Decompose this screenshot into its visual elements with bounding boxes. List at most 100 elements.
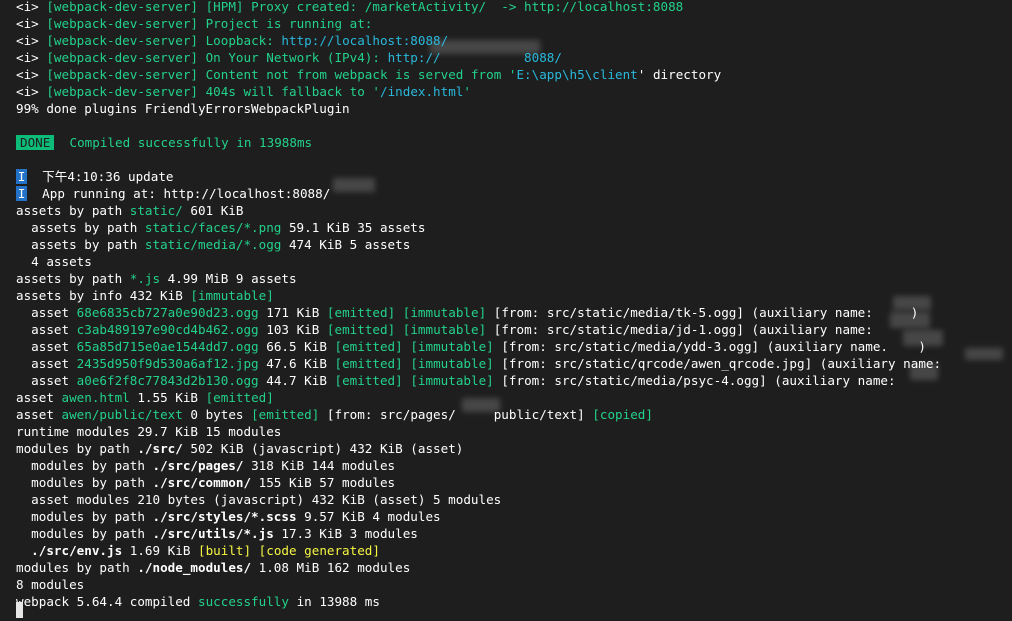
terminal-text: Loopback: — [198, 33, 282, 48]
info-badge: I — [16, 186, 27, 201]
redacted-path-blur — [333, 178, 375, 192]
terminal-text: 66.5 KiB — [258, 339, 335, 354]
terminal-text: a0e6f2f8c77843d2b130.ogg — [76, 373, 259, 388]
terminal-line: ./src/env.js 1.69 KiB [built] [code gene… — [16, 542, 380, 559]
terminal-text: *.js — [129, 271, 161, 286]
info-badge: I — [16, 169, 27, 184]
terminal-line: <i> [webpack-dev-server] Project is runn… — [16, 15, 372, 32]
terminal-text: ./src/utils/*.js — [152, 526, 274, 541]
terminal-text: 65a85d715e0ae1544dd7.ogg — [76, 339, 259, 354]
terminal-text: asset modules 210 bytes (javascript) 432… — [16, 492, 502, 507]
terminal-text: awen.html — [61, 390, 130, 405]
terminal-text: assets by path — [16, 220, 145, 235]
terminal-text: [emitted] — [334, 339, 403, 354]
terminal-text: <i> — [16, 33, 47, 48]
terminal-line: I App running at: http://localhost:8088/ — [16, 185, 330, 202]
terminal-text: 99% done plugins FriendlyErrorsWebpackPl… — [16, 101, 350, 116]
terminal-text: [emitted] — [334, 373, 403, 388]
terminal-text: 502 KiB (javascript) 432 KiB (asset) — [182, 441, 464, 456]
terminal-line: 4 assets — [16, 253, 92, 270]
terminal-text: <i> — [16, 0, 47, 14]
terminal-text: c3ab489197e90cd4b462.ogg — [76, 322, 259, 337]
terminal-line: asset 65a85d715e0ae1544dd7.ogg 66.5 KiB … — [16, 338, 926, 355]
terminal-text: [from: src/static/media/jd-1.ogg] (auxil… — [486, 322, 873, 337]
terminal-text: <i> — [16, 50, 47, 65]
terminal-text: [built] — [197, 543, 252, 558]
terminal-text: 1.55 KiB — [129, 390, 206, 405]
terminal-text: [webpack-dev-server] — [46, 0, 198, 14]
terminal-text: <i> — [16, 67, 47, 82]
terminal-text: [webpack-dev-server] — [46, 84, 198, 99]
terminal-text: asset — [16, 322, 77, 337]
terminal-line: I 下午4:10:36 update — [16, 168, 174, 185]
terminal-text: ./src/env.js — [16, 543, 123, 558]
terminal-line: modules by path ./node_modules/ 1.08 MiB… — [16, 559, 410, 576]
terminal-text: [immutable] — [410, 339, 494, 354]
terminal-text: assets by path — [16, 271, 130, 286]
terminal-text: 155 KiB 57 modules — [251, 475, 396, 490]
terminal-line: modules by path ./src/pages/ 318 KiB 144… — [16, 457, 395, 474]
terminal-line: <i> [webpack-dev-server] Loopback: http:… — [16, 32, 448, 49]
terminal-text: [copied] — [592, 407, 653, 422]
terminal-line: asset awen/public/text 0 bytes [emitted]… — [16, 406, 653, 423]
terminal-line: webpack 5.64.4 compiled successfully in … — [16, 593, 380, 610]
terminal-text: E:\app\h5\client — [516, 67, 638, 82]
terminal-line: 99% done plugins FriendlyErrorsWebpackPl… — [16, 100, 350, 117]
terminal-line: assets by path *.js 4.99 MiB 9 assets — [16, 270, 297, 287]
terminal-text: 1.69 KiB — [122, 543, 198, 558]
terminal-text: [webpack-dev-server] — [46, 67, 198, 82]
terminal-line: runtime modules 29.7 KiB 15 modules — [16, 423, 281, 440]
terminal-text: modules by path — [16, 458, 153, 473]
terminal-text: http://localhost:8088/ — [281, 33, 449, 48]
terminal-line: modules by path ./src/utils/*.js 17.3 Ki… — [16, 525, 418, 542]
terminal-line: assets by path static/media/*.ogg 474 Ki… — [16, 236, 410, 253]
terminal-text: [immutable] — [402, 305, 487, 320]
terminal-text: [from: src/static/media/ydd-3.ogg] (auxi… — [493, 339, 926, 354]
terminal-output[interactable]: <i> [webpack-dev-server] [HPM] Proxy cre… — [0, 0, 1012, 621]
terminal-text: ./src/common/ — [152, 475, 252, 490]
terminal-text: [immutable] — [410, 373, 494, 388]
terminal-text: asset — [16, 356, 77, 371]
terminal-text: 404s will fallback to ' — [198, 84, 380, 99]
terminal-line: <i> [webpack-dev-server] Content not fro… — [16, 66, 721, 83]
terminal-text: [from: src/static/media/psyc-4.ogg] (aux… — [493, 373, 896, 388]
terminal-line: assets by path static/ 601 KiB — [16, 202, 243, 219]
terminal-text: [emitted] — [205, 390, 274, 405]
terminal-text: webpack 5.64.4 compiled — [16, 594, 198, 609]
terminal-text: awen/public/text — [61, 407, 183, 422]
terminal-text: ./src/pages/ — [152, 458, 244, 473]
terminal-line: <i> [webpack-dev-server] 404s will fallb… — [16, 83, 471, 100]
terminal-text: 8 modules — [16, 577, 85, 592]
terminal-text: asset — [16, 390, 62, 405]
terminal-text: Project is running at: — [198, 16, 373, 31]
terminal-text: static/media/*.ogg — [144, 237, 282, 252]
terminal-text: <i> — [16, 16, 47, 31]
terminal-text: 2435d950f9d530a6af12.jpg — [76, 356, 259, 371]
terminal-text: modules by path — [16, 560, 138, 575]
terminal-text: assets by path — [16, 237, 145, 252]
terminal-text: <i> — [16, 84, 47, 99]
terminal-text: ./src/ — [137, 441, 183, 456]
terminal-line: asset c3ab489197e90cd4b462.ogg 103 KiB [… — [16, 321, 873, 338]
terminal-text: 474 KiB 5 assets — [281, 237, 411, 252]
terminal-text: ./src/styles/*.scss — [152, 509, 297, 524]
terminal-text: 47.6 KiB — [258, 356, 335, 371]
terminal-line: asset awen.html 1.55 KiB [emitted] — [16, 389, 274, 406]
terminal-text: successfully — [197, 594, 289, 609]
terminal-text: [emitted] — [326, 305, 396, 320]
terminal-text: [immutable] — [410, 356, 494, 371]
terminal-line: asset a0e6f2f8c77843d2b130.ogg 44.7 KiB … — [16, 372, 896, 389]
terminal-text: [webpack-dev-server] — [46, 16, 198, 31]
terminal-line: assets by info 432 KiB [immutable] — [16, 287, 274, 304]
terminal-text: asset — [16, 373, 77, 388]
terminal-text: ./node_modules/ — [137, 560, 252, 575]
terminal-cursor — [16, 602, 23, 618]
terminal-line: modules by path ./src/ 502 KiB (javascri… — [16, 440, 463, 457]
terminal-text: 8088/ — [524, 50, 562, 65]
terminal-text: 68e6835cb727a0e90d23.ogg — [76, 305, 259, 320]
terminal-text: 601 KiB — [182, 203, 244, 218]
terminal-text: in 13988 ms — [288, 594, 380, 609]
